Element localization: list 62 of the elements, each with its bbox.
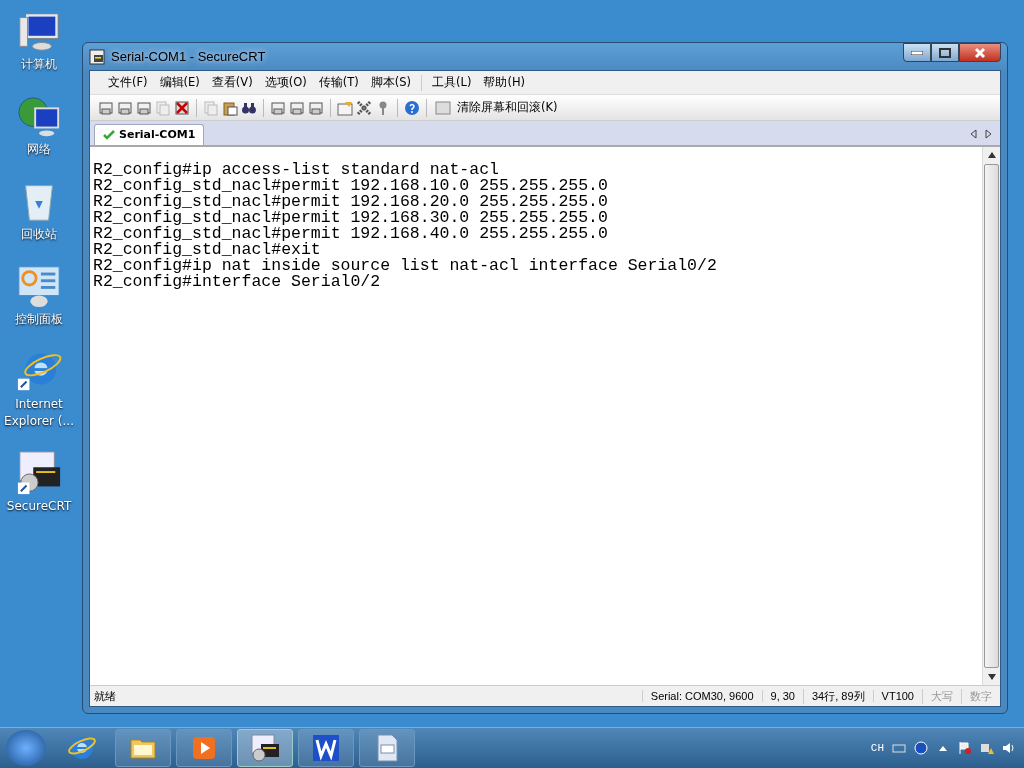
control-panel-icon: [16, 263, 62, 309]
menu-item[interactable]: 帮助(H): [477, 73, 531, 92]
start-button[interactable]: [6, 730, 46, 766]
scroll-left-icon[interactable]: [970, 129, 977, 139]
w-logo-icon: [311, 733, 341, 763]
print-icon[interactable]: [270, 99, 286, 116]
language-indicator[interactable]: CH: [870, 742, 884, 754]
status-field: VT100: [872, 690, 922, 702]
checkmark-icon: [103, 129, 115, 140]
status-field: 大写: [922, 688, 961, 704]
desktop-icon-label[interactable]: SecureCRT: [6, 498, 72, 515]
terminal-line: R2_config#ip access-list standard nat-acl: [93, 162, 500, 178]
window-title: Serial-COM1 - SecureCRT: [111, 49, 266, 64]
paste-icon[interactable]: [222, 99, 238, 116]
terminal-line: R2_config#interface Serial0/2: [93, 274, 382, 290]
terminal-line: R2_config_std_nacl#permit 192.168.10.0 255.255.255.0: [93, 178, 609, 194]
minimize-icon: [911, 50, 923, 55]
desktop-icon-label[interactable]: 网络: [27, 141, 51, 158]
desktop-icon-label[interactable]: 计算机: [21, 56, 57, 73]
taskbar-app-button[interactable]: [237, 729, 293, 767]
scroll-right-icon[interactable]: [985, 129, 992, 139]
network-warning-icon[interactable]: [980, 741, 994, 755]
taskbar-app-button[interactable]: [298, 729, 354, 767]
status-field: 数字: [961, 688, 1000, 704]
desktop-icon-label[interactable]: 回收站: [21, 226, 57, 243]
disconnect-icon[interactable]: [174, 99, 190, 116]
terminal-lock-icon: [16, 450, 62, 496]
desktop-icon-label[interactable]: 控制面板: [15, 311, 63, 328]
maximize-icon: [939, 47, 951, 58]
session-tab[interactable]: Serial-COM1: [94, 124, 205, 145]
minimize-button[interactable]: [903, 43, 931, 62]
close-button[interactable]: [959, 43, 1001, 62]
menu-item[interactable]: 传输(T): [312, 73, 365, 92]
flag-icon[interactable]: [958, 741, 972, 755]
maximize-button[interactable]: [931, 43, 959, 62]
terminal-line: R2_config_std_nacl#exit: [93, 242, 321, 258]
menu-item[interactable]: 查看(V): [205, 73, 259, 92]
menu-item[interactable]: 编辑(E): [153, 73, 206, 92]
status-message: 就绪: [93, 688, 116, 704]
status-field: Serial: COM30, 9600: [641, 690, 762, 702]
clear-screen-button[interactable]: 清除屏幕和回滚(K): [433, 99, 560, 116]
close-icon: [974, 46, 986, 59]
app-icon: [89, 48, 105, 65]
terminal-line: R2_config_std_nacl#permit 192.168.20.0 255.255.255.0: [93, 194, 609, 210]
desktop-icon-label[interactable]: Internet Explorer (...: [0, 396, 78, 430]
terminal-line: R2_config_std_nacl#permit 192.168.30.0 255.255.255.0: [93, 210, 609, 226]
menu-item[interactable]: 文件(F): [102, 73, 154, 92]
terminal-lock-icon: [250, 733, 280, 763]
keyboard-icon[interactable]: [892, 741, 906, 755]
menu-item[interactable]: 工具(L): [426, 73, 478, 92]
scroll-down-icon[interactable]: [987, 674, 996, 680]
status-field: 34行, 89列: [803, 688, 873, 704]
speaker-icon[interactable]: [1002, 741, 1016, 755]
status-field: 9, 30: [761, 690, 803, 702]
menu-item[interactable]: 脚本(S): [364, 73, 417, 92]
terminal-line: R2_config_std_nacl#permit 192.168.40.0 255.255.255.0: [93, 226, 609, 242]
menu-item[interactable]: 选项(O): [258, 73, 313, 92]
printer-icon[interactable]: [308, 99, 324, 116]
terminal-line: R2_config#ip nat inside source list nat-acl interface Serial0/2: [93, 258, 718, 274]
print-selection-icon[interactable]: [289, 99, 305, 116]
scroll-up-icon[interactable]: [987, 152, 996, 158]
vertical-scrollbar[interactable]: [982, 147, 1000, 685]
